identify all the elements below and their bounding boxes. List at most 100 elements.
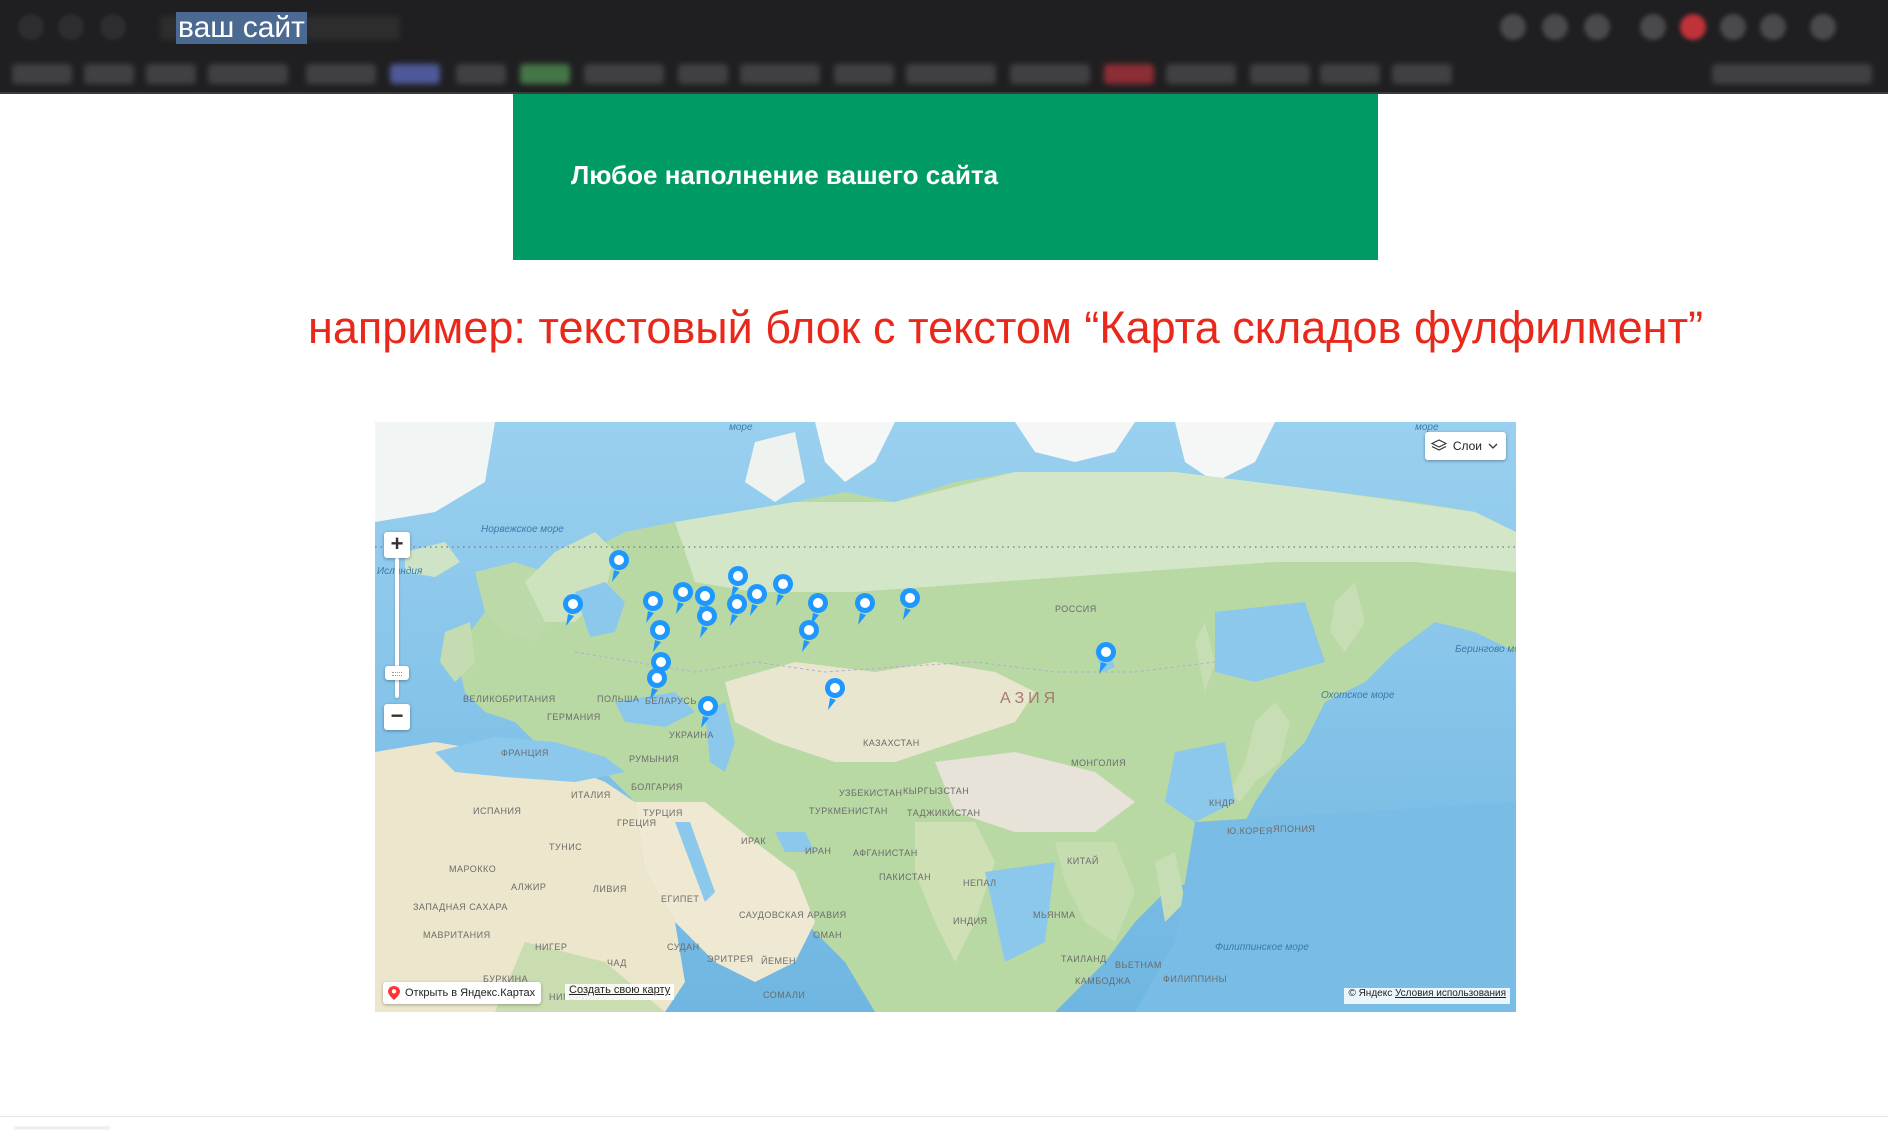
map-label: ФИЛИППИНЫ <box>1163 974 1228 984</box>
map-label: Ю.КОРЕЯ <box>1227 826 1273 836</box>
bookmark-item[interactable] <box>1320 64 1380 84</box>
open-in-yandex-button[interactable]: Открыть в Яндекс.Картах <box>383 982 542 1004</box>
menu-icon[interactable] <box>1810 14 1836 40</box>
bookmark-item[interactable] <box>906 64 996 84</box>
map-label: ЧАД <box>607 958 627 968</box>
reload-icon[interactable] <box>100 14 126 40</box>
zoom-out-button[interactable]: − <box>384 704 410 730</box>
bookmark-item[interactable] <box>1166 64 1236 84</box>
map-label: КИТАЙ <box>1067 856 1099 866</box>
create-map-link[interactable]: Создать свою карту <box>565 984 675 1000</box>
bookmark-item[interactable] <box>456 64 506 84</box>
extension-icon[interactable] <box>1542 14 1568 40</box>
map-label: Охотское море <box>1321 690 1395 701</box>
map-label: Берингово море <box>1455 644 1516 655</box>
page-content: Любое наполнение вашего сайта например: … <box>0 94 1888 1136</box>
warehouse-pin-icon[interactable] <box>1093 640 1119 676</box>
map-label: МАВРИТАНИЯ <box>423 930 491 940</box>
hero-banner: Любое наполнение вашего сайта <box>513 94 1378 260</box>
bookmark-item[interactable] <box>678 64 728 84</box>
search-icon[interactable] <box>1500 14 1526 40</box>
map-label: ГРЕЦИЯ <box>617 818 657 828</box>
copyright: © Яндекс Условия использования <box>1344 988 1510 1004</box>
map-label: ИТАЛИЯ <box>571 790 611 800</box>
map-label: Норвежское море <box>481 524 564 535</box>
map-label: КАМБОДЖА <box>1075 976 1131 986</box>
map-label: ЯПОНИЯ <box>1273 824 1316 834</box>
bookmarks-bar <box>0 56 1888 92</box>
bookmark-item[interactable] <box>740 64 820 84</box>
map-label: СУДАН <box>667 942 700 952</box>
map-label: АФГАНИСТАН <box>853 848 918 858</box>
map-label: ИРАН <box>805 846 832 856</box>
bookmark-item[interactable] <box>1010 64 1090 84</box>
zoom-in-button[interactable]: + <box>384 532 410 558</box>
map-label: ВЬЕТНАМ <box>1115 960 1162 970</box>
map-label: ТУРКМЕНИСТАН <box>809 806 888 816</box>
warehouse-pin-icon[interactable] <box>770 572 796 608</box>
back-icon[interactable] <box>18 14 44 40</box>
bookmark-item[interactable] <box>12 64 72 84</box>
open-in-yandex-label: Открыть в Яндекс.Картах <box>405 987 536 999</box>
warehouse-pin-icon[interactable] <box>606 548 632 584</box>
bookmark-item[interactable] <box>306 64 376 84</box>
map-label: АЛЖИР <box>511 882 547 892</box>
map-label: море <box>729 422 753 433</box>
bookmark-item[interactable] <box>1104 64 1154 84</box>
warehouse-pin-icon[interactable] <box>560 592 586 628</box>
warehouse-pin-icon[interactable] <box>695 694 721 730</box>
bookmark-item[interactable] <box>208 64 288 84</box>
map-label: ФРАНЦИЯ <box>501 748 549 758</box>
bookmark-item[interactable] <box>1392 64 1452 84</box>
map-label: ЗАПАДНАЯ САХАРА <box>413 902 508 912</box>
bookmark-item[interactable] <box>1250 64 1310 84</box>
extension-icon[interactable] <box>1680 14 1706 40</box>
blurred-footer-text: —————— <box>14 1119 110 1136</box>
warehouse-pin-icon[interactable] <box>647 618 673 654</box>
warehouse-pin-icon[interactable] <box>822 676 848 712</box>
chevron-down-icon <box>1488 443 1498 449</box>
map-label: ТАДЖИКИСТАН <box>907 808 981 818</box>
settings-icon[interactable] <box>1584 14 1610 40</box>
forward-icon[interactable] <box>58 14 84 40</box>
browser-chrome: ваш сайт <box>0 0 1888 94</box>
extension-icon[interactable] <box>1640 14 1666 40</box>
terms-link[interactable]: Условия использования <box>1395 988 1506 999</box>
address-selected-text[interactable]: ваш сайт <box>176 12 307 44</box>
warehouse-pin-icon[interactable] <box>897 586 923 622</box>
map-label: ТАИЛАНД <box>1061 954 1107 964</box>
map-label: ЛИВИЯ <box>593 884 627 894</box>
map-label: КЫРГЫЗСТАН <box>903 786 970 796</box>
map-label: САУДОВСКАЯ АРАВИЯ <box>739 910 847 920</box>
map-label: Филиппинское море <box>1215 942 1309 953</box>
extension-icon[interactable] <box>1760 14 1786 40</box>
bookmark-item[interactable] <box>834 64 894 84</box>
zoom-slider-handle[interactable] <box>385 666 409 680</box>
map-label: НЕПАЛ <box>963 878 997 888</box>
map-label: МЬЯНМА <box>1033 910 1076 920</box>
address-bar[interactable]: ваш сайт <box>160 10 1460 46</box>
map-label: КНДР <box>1209 798 1235 808</box>
hero-text: Любое наполнение вашего сайта <box>571 160 999 190</box>
other-bookmarks[interactable] <box>1712 64 1872 84</box>
map-label: ТУРЦИЯ <box>643 808 683 818</box>
map-label: ОМАН <box>813 930 842 940</box>
map-label: ИРАК <box>741 836 767 846</box>
warehouse-pin-icon[interactable] <box>694 604 720 640</box>
layers-button[interactable]: Слои <box>1424 432 1506 460</box>
warehouse-pin-icon[interactable] <box>796 618 822 654</box>
warehouse-pin-icon[interactable] <box>852 591 878 627</box>
bookmark-item[interactable] <box>84 64 134 84</box>
bookmark-item[interactable] <box>520 64 570 84</box>
map-label: УКРАИНА <box>669 730 714 740</box>
bookmark-item[interactable] <box>584 64 664 84</box>
map-label: МАРОККО <box>449 864 497 874</box>
warehouse-pin-icon[interactable] <box>744 582 770 618</box>
bookmark-item[interactable] <box>146 64 196 84</box>
map-label: МОНГОЛИЯ <box>1071 758 1127 768</box>
warehouse-pin-icon[interactable] <box>644 666 670 702</box>
extension-icon[interactable] <box>1720 14 1746 40</box>
bookmark-item[interactable] <box>390 64 440 84</box>
map-label: ЙЕМЕН <box>761 956 796 966</box>
yandex-map[interactable]: Норвежское море Исландия море море Берин… <box>375 422 1516 1012</box>
